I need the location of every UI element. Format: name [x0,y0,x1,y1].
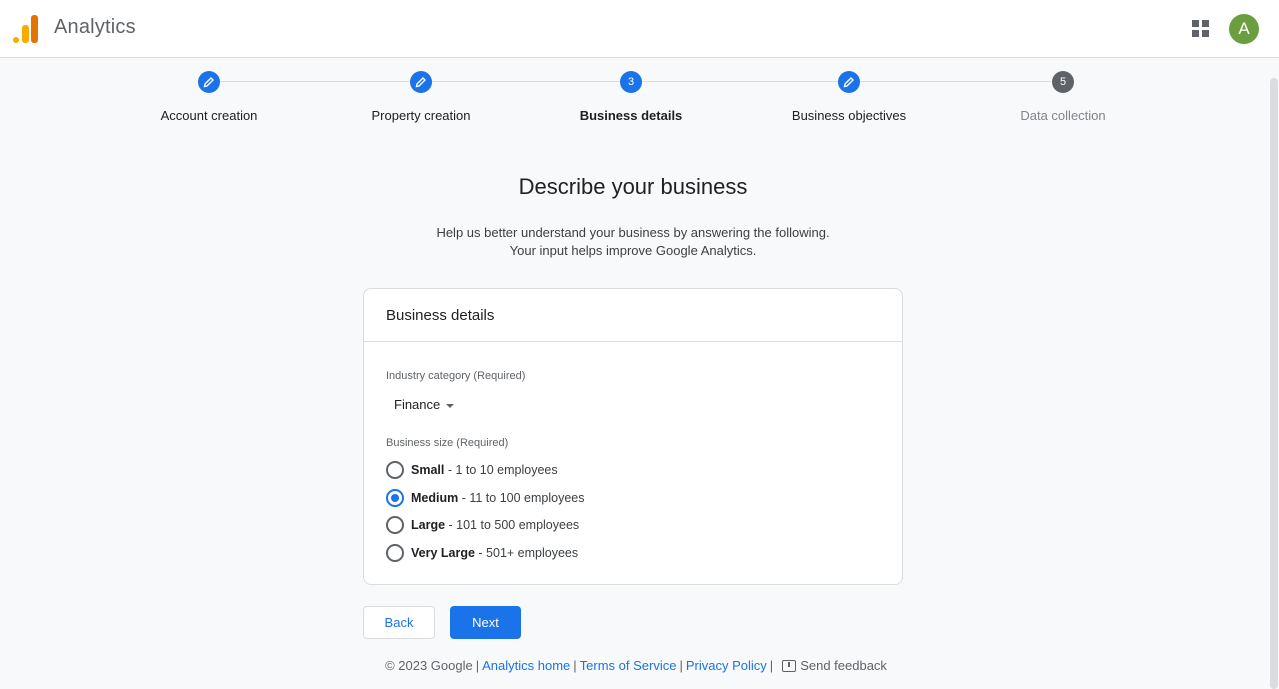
stepper-connector [432,81,620,82]
analytics-home-link[interactable]: Analytics home [482,658,570,673]
step-1-edit-icon[interactable] [198,71,220,93]
page-subtext-line-2: Your input helps improve Google Analytic… [509,243,757,258]
stepper-connector [860,81,1051,82]
google-apps-grid-icon[interactable] [1192,20,1210,38]
terms-of-service-link[interactable]: Terms of Service [580,658,677,673]
step-label-data-collection: Data collection [1020,108,1106,123]
app-title[interactable]: Analytics [54,16,136,39]
size-option-label: Small - 1 to 10 employees [411,463,558,477]
footer-separator: | [475,658,480,673]
industry-category-label: Industry category (Required) [386,370,526,382]
size-option-label: Large - 101 to 500 employees [411,518,580,532]
industry-category-value: Finance [394,397,441,412]
dropdown-arrow-icon [446,403,455,408]
footer: © 2023 Google | Analytics home | Terms of Se… [0,658,1272,673]
step-label-business-details: Business details [579,108,683,123]
footer-separator: | [769,658,774,673]
card-divider [364,341,902,342]
radio-button[interactable] [386,544,404,562]
step-2-edit-icon[interactable] [410,71,432,93]
back-button[interactable]: Back [363,606,435,639]
step-label-business-objectives[interactable]: Business objectives [749,108,949,123]
stepper-connector [220,81,409,82]
step-5-number: 5 [1052,71,1074,93]
step-3-number: 3 [620,71,642,93]
size-option-label: Very Large - 501+ employees [411,546,579,560]
send-feedback-link[interactable]: Send feedback [776,658,887,673]
copyright-text: © 2023 Google [385,658,473,673]
step-label-property-creation[interactable]: Property creation [321,108,521,123]
radio-button[interactable] [386,516,404,534]
radio-button[interactable] [386,461,404,479]
privacy-policy-link[interactable]: Privacy Policy [686,658,767,673]
step-label-account-creation[interactable]: Account creation [109,108,309,123]
business-details-card: Business details Industry category (Requ… [363,288,903,585]
size-option-label: Medium - 11 to 100 employees [411,491,585,505]
business-size-label: Business size (Required) [386,437,509,449]
industry-category-select[interactable]: Finance [386,393,462,417]
send-feedback-label: Send feedback [800,658,887,673]
next-button[interactable]: Next [450,606,521,639]
top-app-bar: Analytics A [0,0,1279,58]
account-avatar[interactable]: A [1229,14,1259,44]
page-scrollbar[interactable] [1270,78,1278,689]
footer-separator: | [573,658,577,673]
page-title: Describe your business [518,174,748,199]
stepper-connector [642,81,838,82]
feedback-icon [782,659,797,672]
card-title: Business details [386,307,495,324]
step-4-edit-icon[interactable] [838,71,860,93]
page-subtext-line-1: Help us better understand your business … [436,225,830,240]
analytics-logo-icon[interactable] [13,15,39,43]
footer-separator: | [679,658,683,673]
radio-button-selected[interactable] [386,489,404,507]
